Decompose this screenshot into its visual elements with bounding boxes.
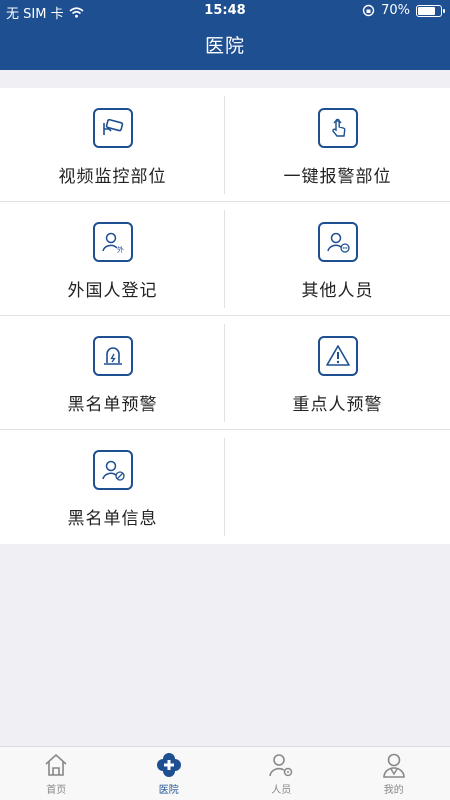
home-icon <box>45 754 67 776</box>
battery-percent: 70% <box>381 3 410 18</box>
grid-row: 黑名单信息 <box>0 430 450 544</box>
profile-icon <box>382 753 405 778</box>
other-personnel-item[interactable]: 其他人员 <box>225 202 450 316</box>
tab-mine[interactable]: 我的 <box>338 747 450 800</box>
grid-row: 黑名单预警 重点人预警 <box>0 316 450 430</box>
blocked-person-icon <box>92 450 133 490</box>
empty-cell <box>225 430 450 544</box>
tab-label: 首页 <box>46 785 67 796</box>
svg-text:外: 外 <box>117 245 124 254</box>
grid-item-label: 一键报警部位 <box>283 167 392 187</box>
key-person-alert-item[interactable]: 重点人预警 <box>225 316 450 430</box>
person-gear-icon <box>269 754 293 777</box>
battery-icon <box>416 4 445 17</box>
siren-icon <box>92 336 133 376</box>
foreigner-registration-item[interactable]: 外 外国人登记 <box>0 202 225 316</box>
grid-item-label: 视频监控部位 <box>58 167 167 187</box>
alarm-button-item[interactable]: 一键报警部位 <box>225 88 450 202</box>
camera-icon <box>92 108 133 148</box>
battery-level <box>418 6 435 15</box>
tab-personnel[interactable]: 人员 <box>225 747 338 800</box>
blacklist-alert-item[interactable]: 黑名单预警 <box>0 316 225 430</box>
grid-row: 外 外国人登记 其他人员 <box>0 202 450 316</box>
tab-bar: 首页 医院 人员 我的 <box>0 746 450 800</box>
grid-item-label: 黑名单信息 <box>67 509 158 529</box>
status-bar: 无 SIM 卡 15:48 70% <box>0 0 450 22</box>
grid-item-label: 其他人员 <box>301 281 374 301</box>
tab-hospital[interactable]: 医院 <box>113 747 226 800</box>
blacklist-info-item[interactable]: 黑名单信息 <box>0 430 225 544</box>
video-monitor-item[interactable]: 视频监控部位 <box>0 88 225 202</box>
tab-label: 人员 <box>271 785 292 796</box>
tab-label: 医院 <box>158 785 179 796</box>
other-person-icon <box>317 222 358 262</box>
warning-icon <box>317 336 358 376</box>
grid-row: 视频监控部位 一键报警部位 <box>0 88 450 202</box>
touch-alarm-icon <box>317 108 358 148</box>
grid-item-label: 外国人登记 <box>67 281 158 301</box>
grid-item-label: 黑名单预警 <box>67 395 158 415</box>
page-title: 医院 <box>204 35 245 57</box>
navigation-bar: 无 SIM 卡 15:48 70% 医院 <box>0 0 450 70</box>
grid-item-label: 重点人预警 <box>292 395 383 415</box>
tab-label: 我的 <box>383 785 404 796</box>
tab-home[interactable]: 首页 <box>0 747 113 800</box>
function-grid: 视频监控部位 一键报警部位 外 外国人登记 其他人员 黑名单预警 重点人预警 黑… <box>0 88 450 544</box>
orientation-lock-icon <box>362 4 375 17</box>
foreigner-icon: 外 <box>92 222 133 262</box>
hospital-cross-icon <box>156 753 181 777</box>
